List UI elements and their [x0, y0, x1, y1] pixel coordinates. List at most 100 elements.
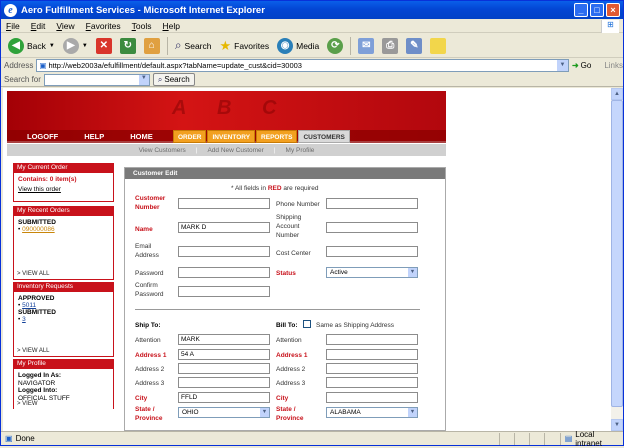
tab-order[interactable]: ORDER [173, 130, 207, 143]
phone-label: Phone Number [276, 201, 320, 208]
logoff-link[interactable]: LOGOFF [27, 132, 58, 141]
stop-button[interactable]: ✕ [93, 36, 115, 56]
my-profile-title: My Profile [13, 359, 114, 369]
approved-item-link[interactable]: 5011 [22, 302, 36, 309]
vertical-scrollbar[interactable]: ▲ ▼ [611, 88, 623, 431]
history-button[interactable]: ⟳ [324, 36, 346, 56]
menu-tools[interactable]: Tools [132, 21, 152, 31]
print-button[interactable]: ⎙ [379, 36, 401, 56]
menu-help[interactable]: Help [162, 21, 179, 31]
view-order-link[interactable]: View this order [18, 186, 109, 193]
mail-button[interactable]: ✉ [355, 36, 377, 56]
submitted-item-link[interactable]: 3 [22, 316, 26, 323]
bill-to-label: Bill To: [276, 322, 298, 329]
search-for-input[interactable]: ▼ [43, 73, 150, 86]
recent-view-all-link[interactable]: > VIEW ALL [13, 269, 114, 280]
bill-address1-input[interactable] [326, 349, 418, 360]
media-button[interactable]: ◉ Media [274, 36, 322, 56]
maximize-button[interactable]: □ [590, 3, 604, 17]
close-button[interactable]: × [606, 3, 620, 17]
menu-edit[interactable]: Edit [31, 21, 46, 31]
chevron-down-icon: ▼ [260, 408, 269, 417]
ship-address1-input[interactable]: 54 A [178, 349, 270, 360]
back-button[interactable]: ◀ Back ▼ [5, 36, 58, 56]
tab-customers[interactable]: CUSTOMERS [298, 130, 350, 143]
customer-number-input[interactable] [178, 198, 270, 209]
menu-view[interactable]: View [56, 21, 74, 31]
bill-attention-label: Attention [276, 337, 302, 344]
tab-reports[interactable]: REPORTS [256, 130, 298, 143]
home-button[interactable]: ⌂ [141, 36, 163, 56]
edit-icon: ✎ [406, 37, 423, 54]
bill-address2-label: Address 2 [276, 366, 306, 373]
ship-address2-label: Address 2 [135, 366, 165, 373]
add-customer-link[interactable]: Add New Customer [207, 147, 263, 154]
bill-state-select[interactable]: ALABAMA ▼ [326, 407, 418, 418]
ship-address3-input[interactable] [178, 377, 270, 388]
ship-address2-input[interactable] [178, 363, 270, 374]
bill-address2-input[interactable] [326, 363, 418, 374]
same-as-shipping-label: Same as Shipping Address [316, 322, 395, 329]
help-link[interactable]: HELP [84, 132, 104, 141]
search-bar: Search for ▼ ⌕ Search [1, 73, 623, 87]
scroll-up-icon[interactable]: ▲ [611, 88, 623, 100]
minimize-button[interactable]: _ [574, 3, 588, 17]
scroll-thumb[interactable] [611, 100, 623, 407]
ship-attention-label: Attention [135, 337, 161, 344]
bill-attention-input[interactable] [326, 334, 418, 345]
go-label: Go [580, 60, 592, 70]
discuss-button[interactable] [427, 36, 449, 56]
ship-city-input[interactable]: FFLD [178, 392, 270, 403]
email-label: Email Address [135, 243, 159, 259]
search-submit-button[interactable]: ⌕ Search [152, 73, 195, 86]
refresh-button[interactable]: ↻ [117, 36, 139, 56]
forward-button[interactable]: ▶ ▼ [60, 36, 91, 56]
chevron-down-icon[interactable]: ▼ [556, 59, 568, 71]
recent-order-link[interactable]: 090000086 [22, 226, 55, 233]
search-label: Search [184, 40, 212, 51]
menu-favorites[interactable]: Favorites [86, 21, 121, 31]
cost-center-label: Cost Center [276, 250, 311, 257]
bill-city-input[interactable] [326, 392, 418, 403]
required-note-prefix: * All fields in [231, 185, 267, 192]
go-button[interactable]: ➜ Go [572, 61, 591, 70]
ship-state-label: State / Province [135, 406, 163, 422]
bill-state-value: ALABAMA [330, 409, 361, 416]
title-bar: e Aero Fulfillment Services - Microsoft … [1, 1, 623, 19]
ship-attention-input[interactable]: MARK [178, 334, 270, 345]
same-as-shipping-checkbox[interactable] [303, 320, 311, 328]
name-input[interactable]: MARK D [178, 222, 270, 233]
ship-state-select[interactable]: OHIO ▼ [178, 407, 270, 418]
status-label: Status [276, 270, 296, 277]
links-button[interactable]: Links [604, 61, 623, 70]
email-input[interactable] [178, 246, 270, 257]
ship-to-label: Ship To: [135, 322, 161, 329]
confirm-password-input[interactable] [178, 286, 270, 297]
chevron-down-icon[interactable]: ▼ [138, 74, 149, 85]
required-note-red: RED [267, 185, 282, 192]
phone-input[interactable] [326, 198, 418, 209]
edit-button[interactable]: ✎ [403, 36, 425, 56]
tab-inventory[interactable]: INVENTORY [207, 130, 256, 143]
cost-center-input[interactable] [326, 246, 418, 257]
search-button[interactable]: ⌕ Search [172, 36, 215, 56]
home-link[interactable]: HOME [130, 132, 153, 141]
menu-file[interactable]: File [6, 21, 20, 31]
status-select[interactable]: Active ▼ [326, 267, 418, 278]
submitted-label: SUBMITTED [18, 309, 56, 316]
password-input[interactable] [178, 267, 270, 278]
chevron-down-icon: ▼ [408, 408, 417, 417]
bill-address3-input[interactable] [326, 377, 418, 388]
inventory-view-all-link[interactable]: > VIEW ALL [13, 346, 114, 357]
bill-address1-label: Address 1 [276, 352, 308, 359]
approved-label: APPROVED [18, 295, 55, 302]
address-input[interactable]: ▣ http://web2003a/efulfillment/default.a… [36, 58, 569, 72]
name-label: Name [135, 226, 153, 233]
shipping-account-input[interactable] [326, 222, 418, 233]
my-profile-link[interactable]: My Profile [286, 147, 315, 154]
customer-edit-form: Customer Edit * All fields in RED are re… [124, 167, 446, 431]
view-customers-link[interactable]: View Customers [139, 147, 186, 154]
required-note-suffix: are required [283, 185, 319, 192]
favorites-button[interactable]: ★ Favorites [216, 36, 272, 56]
status-text: Done [15, 434, 35, 443]
